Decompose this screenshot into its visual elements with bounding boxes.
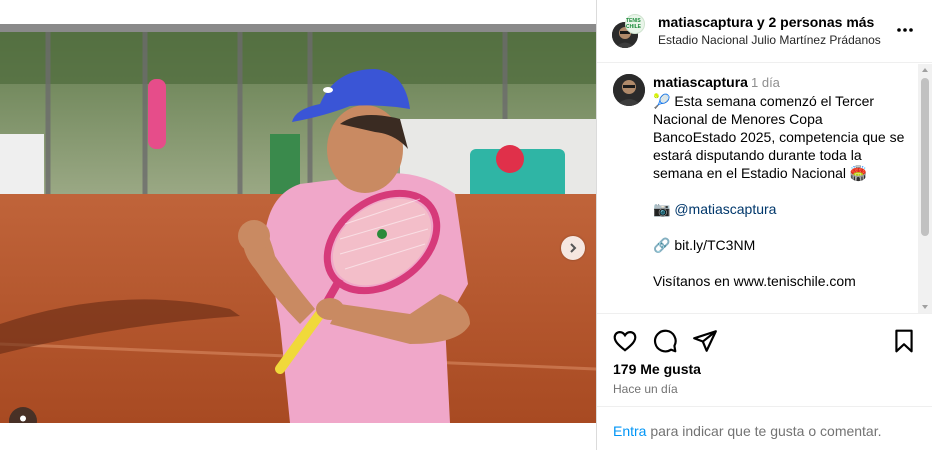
bookmark-icon: [895, 329, 913, 353]
post-authors: matiascaptura y 2 personas más: [658, 14, 874, 30]
more-options-button[interactable]: [895, 20, 915, 40]
scrollbar-thumb[interactable]: [921, 78, 929, 236]
collaborator-logo[interactable]: TENIS CHILE: [625, 14, 645, 34]
photo-credit-mention[interactable]: @matiascaptura: [674, 201, 776, 217]
caption-scroll-area[interactable]: matiascaptura 1 día 🎾 Esta semana comenz…: [597, 64, 918, 313]
comment-icon: [654, 329, 677, 353]
caption-scrollbar[interactable]: [918, 64, 932, 313]
short-link-line: 🔗 bit.ly/TC3NM: [653, 236, 909, 254]
like-button[interactable]: [612, 328, 638, 354]
action-bar: [597, 314, 932, 364]
post-photo: [0, 24, 596, 423]
share-button[interactable]: [692, 328, 718, 354]
footer-divider: [597, 406, 932, 407]
more-horizontal-icon: [897, 28, 913, 32]
likes-count[interactable]: 179 Me gusta: [613, 361, 701, 377]
login-prompt-text: para indicar que te gusta o comentar.: [646, 423, 882, 439]
caption-avatar[interactable]: [613, 74, 645, 106]
short-link-text: bit.ly/TC3NM: [674, 237, 756, 253]
tennis-photo-illustration: [0, 24, 596, 423]
link-icon: 🔗: [653, 237, 671, 253]
caption-username[interactable]: matiascaptura: [653, 74, 748, 90]
save-button[interactable]: [891, 328, 917, 354]
user-tag-icon: [20, 415, 26, 422]
instagram-post-modal: TENIS CHILE matiascaptura y 2 personas m…: [0, 0, 932, 450]
author-username[interactable]: matiascaptura: [658, 14, 753, 30]
scroll-down-arrow-icon[interactable]: [922, 305, 928, 309]
caption-text: 🎾 Esta semana comenzó el Tercer Nacional…: [653, 92, 909, 290]
comment-button[interactable]: [652, 328, 678, 354]
login-prompt: Entra para indicar que te gusta o coment…: [613, 423, 882, 439]
login-link[interactable]: Entra: [613, 423, 646, 439]
post-age[interactable]: Hace un día: [613, 382, 678, 396]
caption-time[interactable]: 1 día: [751, 75, 780, 90]
carousel-next-button[interactable]: [561, 236, 585, 260]
photo-credit-line: 📷 @matiascaptura: [653, 200, 909, 218]
share-icon: [693, 330, 717, 352]
camera-icon: 📷: [653, 201, 671, 217]
other-authors[interactable]: y 2 personas más: [757, 14, 875, 30]
post-side-panel: TENIS CHILE matiascaptura y 2 personas m…: [597, 0, 932, 450]
post-header: TENIS CHILE matiascaptura y 2 personas m…: [597, 0, 932, 63]
scroll-up-arrow-icon[interactable]: [922, 68, 928, 72]
caption-body: 🎾 Esta semana comenzó el Tercer Nacional…: [653, 93, 905, 181]
visit-line: Visítanos en www.tenischile.com: [653, 273, 856, 289]
post-location[interactable]: Estadio Nacional Julio Martínez Prádanos: [658, 33, 881, 47]
chevron-right-icon: [570, 243, 577, 253]
heart-icon: [613, 331, 637, 352]
